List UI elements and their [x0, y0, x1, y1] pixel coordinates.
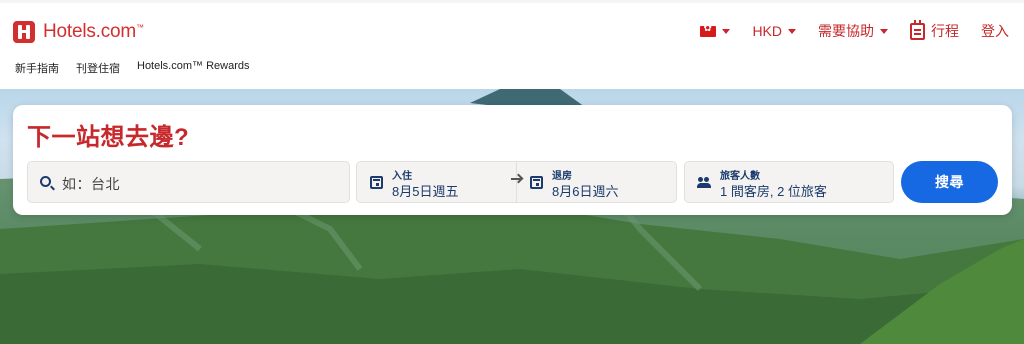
checkin-label: 入住	[392, 171, 412, 182]
trips-label: 行程	[931, 23, 959, 39]
currency-label: HKD	[752, 23, 782, 39]
destination-field[interactable]: 如：台北	[27, 161, 350, 203]
subnav-list-property[interactable]: 刊登住宿	[76, 60, 120, 76]
top-nav: HKD 需要協助 行程 登入	[678, 19, 1009, 43]
guests-label: 旅客人數	[720, 171, 760, 182]
destination-placeholder: 如：台北	[62, 176, 120, 192]
guests-field[interactable]: 旅客人數 1 間客房, 2 位旅客	[684, 161, 894, 203]
subnav-rewards[interactable]: Hotels.com™ Rewards	[137, 60, 249, 76]
hotels-logo[interactable]: Hotels.com™	[13, 19, 144, 45]
region-selector[interactable]	[700, 23, 731, 37]
checkin-field[interactable]: 入住 8月5日週五	[356, 161, 517, 203]
sub-nav: 新手指南 刊登住宿 Hotels.com™ Rewards	[15, 60, 249, 76]
brand-name: Hotels.com	[43, 21, 137, 42]
checkout-value: 8月6日週六	[552, 184, 619, 199]
hotels-logo-icon	[13, 21, 35, 43]
calendar-icon	[370, 176, 383, 189]
checkin-value: 8月5日週五	[392, 184, 459, 199]
guests-value: 1 間客房, 2 位旅客	[720, 184, 827, 199]
signin-label: 登入	[981, 23, 1009, 39]
currency-selector[interactable]: HKD	[752, 23, 796, 39]
chevron-down-icon	[722, 28, 731, 34]
arrow-right-icon	[511, 178, 521, 180]
subnav-guide[interactable]: 新手指南	[15, 60, 59, 76]
brand-tm: ™	[136, 23, 144, 32]
checkout-label: 退房	[552, 171, 572, 182]
trips-link[interactable]: 行程	[910, 19, 959, 41]
chevron-down-icon	[880, 28, 888, 34]
search-card: 下一站想去邊? 如：台北 入住 8月5日週五 退房 8月6日週六 旅客人數 1 …	[13, 105, 1012, 215]
search-button[interactable]: 搜尋	[901, 161, 998, 203]
search-icon	[40, 176, 51, 187]
signin-link[interactable]: 登入	[981, 21, 1009, 41]
itinerary-icon	[910, 19, 925, 40]
checkout-field[interactable]: 退房 8月6日週六	[517, 161, 677, 203]
header: Hotels.com™ HKD 需要協助 行程 登入 新手指南 刊登住宿 Hot…	[0, 3, 1024, 89]
help-menu[interactable]: 需要協助	[818, 21, 888, 41]
chevron-down-icon	[788, 28, 796, 34]
hong-kong-flag-icon	[700, 23, 717, 37]
help-label: 需要協助	[818, 23, 874, 39]
people-icon	[697, 177, 711, 189]
calendar-icon	[530, 176, 543, 189]
search-title: 下一站想去邊?	[27, 124, 190, 151]
